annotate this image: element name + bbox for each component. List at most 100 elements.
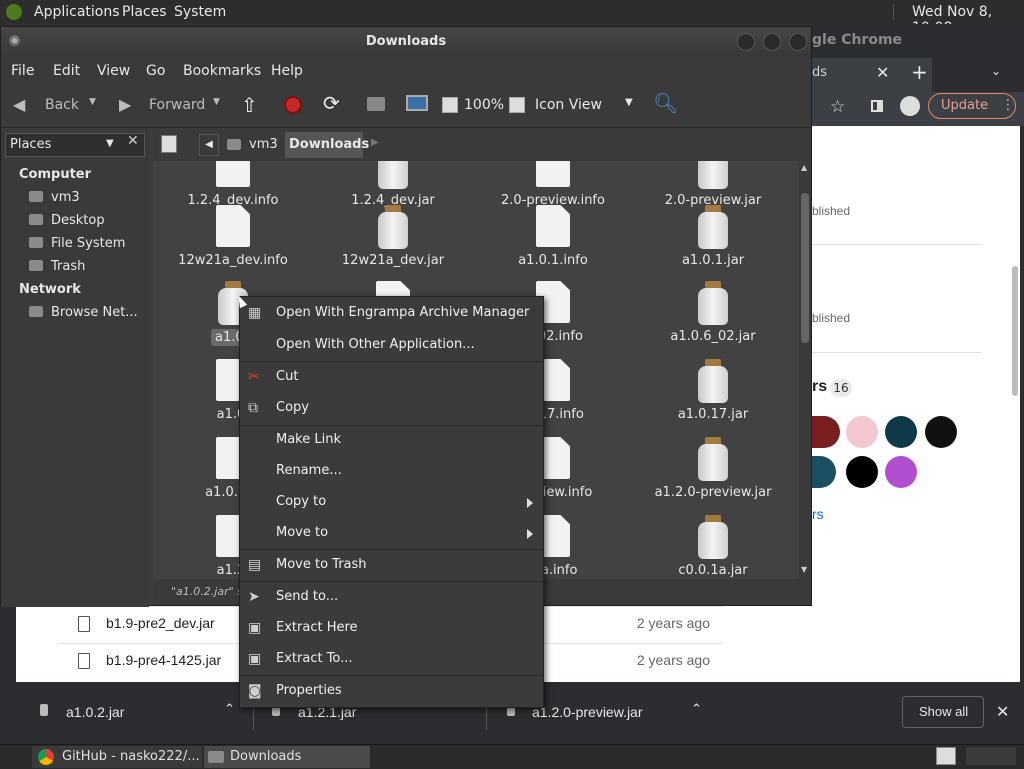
stop-icon[interactable] <box>284 96 302 114</box>
context-menu-item[interactable]: ◙ Properties <box>240 679 543 705</box>
close-icon[interactable] <box>789 33 807 51</box>
context-menu-item[interactable]: ➤ Send to... <box>240 585 543 611</box>
forward-button[interactable]: ▶ Forward ▼ <box>115 93 227 119</box>
new-tab-icon[interactable]: + <box>911 60 928 84</box>
sidebar-item-vm3[interactable]: vm3 <box>29 190 80 205</box>
contributors-heading[interactable]: rs <box>812 378 827 396</box>
profile-avatar-icon[interactable] <box>900 96 920 116</box>
sidebar-item-file-system[interactable]: File System <box>29 236 125 251</box>
close-tab-icon[interactable]: ✕ <box>876 63 889 82</box>
contributor-avatar[interactable] <box>812 456 836 488</box>
context-menu-item[interactable]: ▣ Extract To... <box>240 647 543 673</box>
breadcrumb-downloads[interactable]: Downloads <box>285 132 369 158</box>
contributor-avatar[interactable] <box>846 416 878 448</box>
file-item[interactable]: a1.0.17.jar <box>633 355 793 427</box>
workspace-switcher[interactable] <box>966 747 1016 765</box>
chevron-up-icon[interactable]: ⌃ <box>691 702 702 717</box>
maximize-icon[interactable] <box>763 33 781 51</box>
context-menu-item[interactable]: ▣ Extract Here <box>240 616 543 642</box>
contributor-avatar[interactable] <box>846 456 878 488</box>
close-sidebar-icon[interactable]: ✕ <box>127 133 139 149</box>
sidebar-item-desktop[interactable]: Desktop <box>29 213 105 228</box>
path-forward-arrow-icon[interactable]: ▶ <box>371 137 379 148</box>
chevron-down-icon[interactable]: ▼ <box>89 97 96 107</box>
close-download-bar-icon[interactable]: ✕ <box>996 702 1009 721</box>
chevron-down-icon[interactable]: ▼ <box>213 97 220 107</box>
file-item[interactable]: 12w21a_dev.jar <box>313 201 473 273</box>
minimize-icon[interactable] <box>737 33 755 51</box>
context-menu-item[interactable]: Make Link <box>240 428 543 454</box>
file-item[interactable]: a1.0.1.jar <box>633 201 793 273</box>
file-item[interactable]: 12w21a_dev.info <box>153 201 313 273</box>
context-menu-item[interactable]: ⧉ Copy <box>240 396 543 422</box>
computer-icon[interactable] <box>406 95 428 111</box>
up-arrow-icon[interactable]: ⇧ <box>241 93 258 117</box>
menu-edit[interactable]: Edit <box>53 63 80 79</box>
context-menu-item[interactable]: Open With Other Application... <box>240 333 543 359</box>
path-back-arrow-icon[interactable]: ◀ <box>199 134 219 156</box>
breadcrumb-label: Downloads <box>289 137 370 152</box>
contributor-avatar[interactable] <box>885 456 917 488</box>
menu-go[interactable]: Go <box>146 63 165 79</box>
sidebar-pane-select[interactable]: Places ▼ <box>5 133 145 157</box>
bookmark-star-icon[interactable]: ☆ <box>830 97 845 117</box>
file-item[interactable]: a1.0.6_02.jar <box>633 277 793 349</box>
show-all-button[interactable]: Show all <box>902 696 984 728</box>
scrollbar-thumb[interactable] <box>801 193 809 343</box>
zoom-out-icon[interactable] <box>442 97 458 113</box>
home-folder-icon[interactable] <box>367 97 385 111</box>
more-menu-icon[interactable]: ⋮ <box>1001 97 1015 113</box>
zoom-in-icon[interactable] <box>509 97 525 113</box>
view-mode-select[interactable]: Icon View ▼ <box>531 93 639 119</box>
title-bar[interactable]: ◉ Downloads <box>1 27 811 57</box>
context-menu-item[interactable]: Rename... <box>240 459 543 485</box>
contributors-link[interactable]: rs <box>812 506 824 522</box>
file-item[interactable]: a1.0.1.info <box>473 201 633 273</box>
context-menu-item-label: Make Link <box>276 432 341 447</box>
back-button[interactable]: ◀ Back ▼ <box>9 93 105 119</box>
taskbar-item-chrome[interactable]: GitHub - nasko222/... <box>32 746 202 768</box>
sidebar-heading-computer: Computer <box>19 167 92 182</box>
context-menu-item[interactable]: ✂ Cut <box>240 365 543 391</box>
contributor-avatar[interactable] <box>925 416 957 448</box>
reload-icon[interactable]: ⟳ <box>323 91 340 115</box>
sidebar-item-trash[interactable]: Trash <box>29 259 85 274</box>
menu-help[interactable]: Help <box>271 63 303 79</box>
contributor-avatar[interactable] <box>812 416 840 448</box>
sidebar-item-browse-network[interactable]: Browse Net... <box>29 305 138 320</box>
file-item-label: a1.0.1.jar <box>681 253 745 268</box>
show-all-label: Show all <box>919 704 969 719</box>
menu-view[interactable]: View <box>97 63 130 79</box>
contributor-avatar[interactable] <box>885 416 917 448</box>
file-name[interactable]: b1.9-pre4-1425.jar <box>106 652 221 668</box>
zoom-level: 100% <box>464 97 505 113</box>
file-item[interactable]: a1.2.0-preview.jar <box>633 433 793 505</box>
scroll-up-icon[interactable]: ▲ <box>801 163 807 172</box>
side-panel-icon[interactable] <box>871 100 883 112</box>
breadcrumb-vm3[interactable]: vm3 <box>223 132 281 158</box>
applications-menu[interactable]: Applications <box>34 4 120 20</box>
distro-logo-icon[interactable] <box>6 4 22 20</box>
system-menu[interactable]: System <box>174 4 226 20</box>
tab-search-chevron-icon[interactable]: ⌄ <box>991 64 1001 78</box>
page-scrollbar[interactable] <box>1012 266 1018 396</box>
scrollbar[interactable]: ▲ ▼ <box>799 161 811 579</box>
context-menu-item[interactable]: ▤ Move to Trash <box>240 553 543 579</box>
context-menu-item[interactable]: Copy to <box>240 490 543 516</box>
context-menu-item[interactable]: Move to <box>240 521 543 547</box>
toolbar: ◀ Back ▼ ▶ Forward ▼ ⇧ ⟳ 100% Icon View … <box>1 85 811 128</box>
workspace-switcher-icon[interactable] <box>936 747 956 765</box>
search-icon[interactable]: 🔍︎ <box>653 91 678 115</box>
chevron-up-icon[interactable]: ⌃ <box>224 702 235 717</box>
context-menu-item[interactable]: ▦ Open With Engrampa Archive Manager <box>240 301 543 327</box>
menu-bookmarks[interactable]: Bookmarks <box>183 63 261 79</box>
places-menu[interactable]: Places <box>122 4 167 20</box>
download-item[interactable]: a1.0.2.jar ⌃ <box>16 682 252 744</box>
file-name[interactable]: b1.9-pre2_dev.jar <box>106 615 215 631</box>
update-button[interactable]: Update ⋮ <box>928 93 1016 119</box>
edit-location-icon[interactable] <box>161 135 177 153</box>
scroll-down-icon[interactable]: ▼ <box>801 565 807 574</box>
file-item[interactable]: c0.0.1a.jar <box>633 511 793 579</box>
taskbar-item-downloads[interactable]: Downloads <box>204 746 370 768</box>
menu-file[interactable]: File <box>11 63 34 79</box>
